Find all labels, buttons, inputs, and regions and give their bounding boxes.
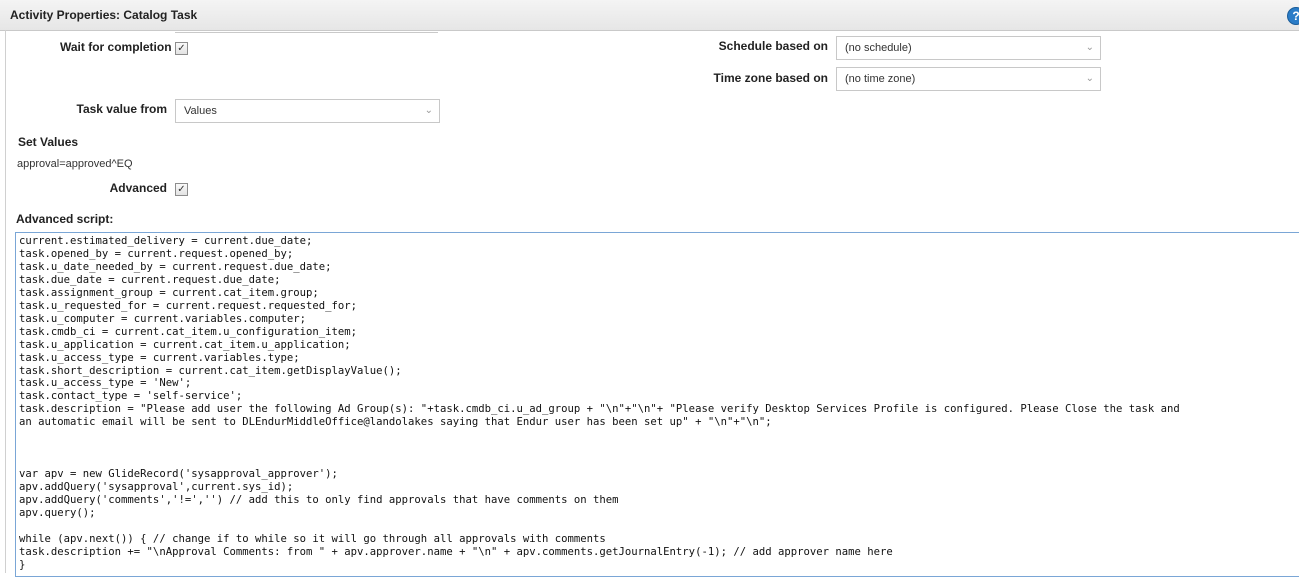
task-value-from-value: Values [184, 105, 217, 117]
left-divider [5, 30, 6, 573]
advanced-script-label: Advanced script: [16, 212, 114, 226]
advanced-label: Advanced [109, 181, 167, 195]
wait-for-completion-checkbox[interactable]: ✓ [175, 42, 188, 55]
set-values-label: Set Values [18, 135, 79, 149]
time-zone-based-on-label: Time zone based on [713, 71, 828, 85]
question-icon[interactable]: ? [1287, 7, 1299, 25]
set-values-value: approval=approved^EQ [17, 158, 133, 170]
advanced-script-editor[interactable]: current.estimated_delivery = current.due… [15, 232, 1299, 577]
task-value-from-select[interactable]: Values ⌄ [175, 99, 440, 123]
field-above-clipped [175, 30, 438, 33]
task-value-from-label: Task value from [76, 102, 167, 116]
dialog-titlebar: Activity Properties: Catalog Task ? [0, 0, 1299, 31]
time-zone-based-on-value: (no time zone) [845, 73, 916, 85]
advanced-checkbox[interactable]: ✓ [175, 183, 188, 196]
advanced-script-code[interactable]: current.estimated_delivery = current.due… [16, 233, 1299, 572]
schedule-based-on-select[interactable]: (no schedule) ⌄ [836, 36, 1101, 60]
wait-for-completion-label: Wait for completion [60, 40, 172, 54]
chevron-down-icon: ⌄ [1085, 73, 1094, 84]
schedule-based-on-label: Schedule based on [718, 39, 828, 53]
schedule-based-on-value: (no schedule) [845, 42, 912, 54]
dialog-title: Activity Properties: Catalog Task [10, 8, 198, 22]
chevron-down-icon: ⌄ [1085, 42, 1094, 53]
chevron-down-icon: ⌄ [424, 105, 433, 116]
time-zone-based-on-select[interactable]: (no time zone) ⌄ [836, 67, 1101, 91]
